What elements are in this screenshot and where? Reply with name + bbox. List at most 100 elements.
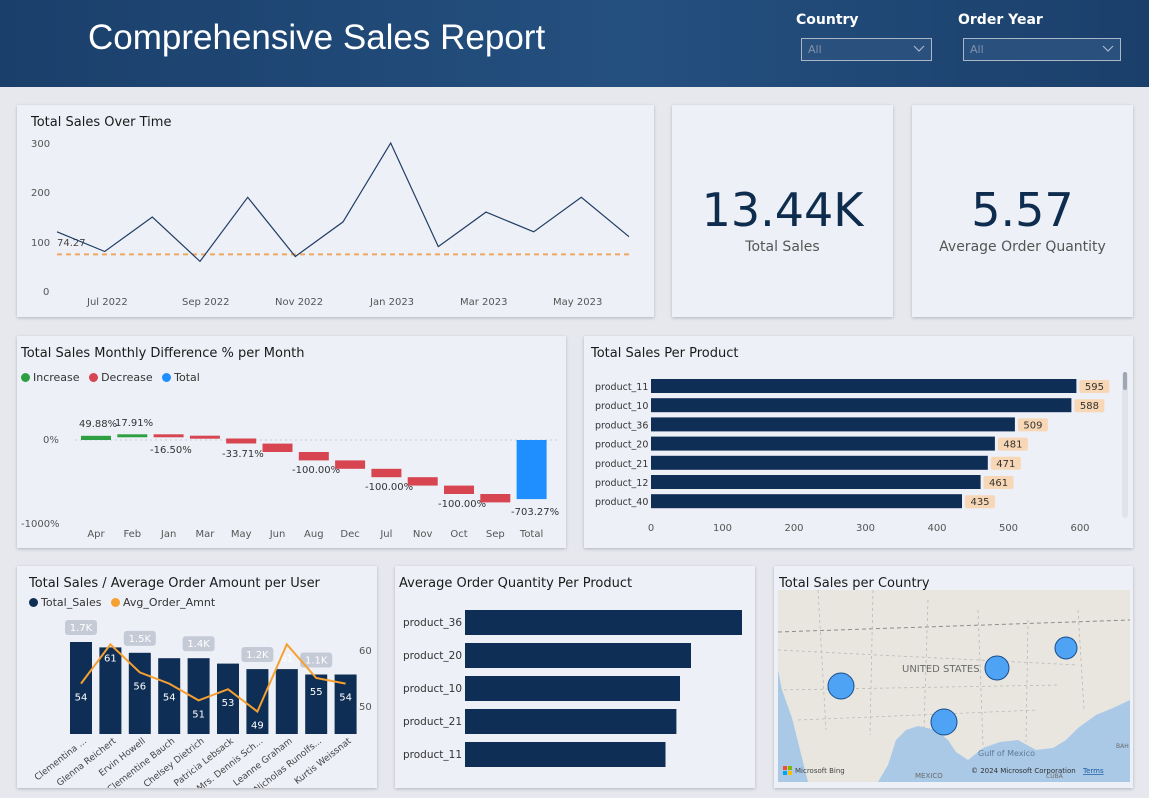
data-label: 1.4K (187, 639, 210, 650)
data-label: -33.71% (222, 449, 264, 460)
product-label: product_10 (595, 401, 648, 412)
map-copyright: © 2024 Microsoft Corporation (971, 767, 1076, 775)
country-filter-dropdown[interactable]: All (801, 38, 932, 61)
x-tick: May 2023 (553, 297, 602, 308)
sales-per-product-chart: product_11 595 product_10 588 product_36 509 p… (595, 372, 1128, 534)
data-label: 509 (1023, 420, 1042, 431)
country-bubble[interactable] (1054, 636, 1078, 660)
avg-data-label: 49 (251, 721, 264, 732)
product-bar (651, 494, 962, 509)
country-bubble[interactable] (930, 708, 958, 736)
x-tick: Apr (87, 529, 105, 540)
chevron-down-icon (1102, 45, 1114, 52)
data-label: 595 (1085, 382, 1104, 393)
user-sales-bar (275, 669, 298, 734)
y-tick: 0% (43, 435, 59, 446)
country-bubble[interactable] (827, 672, 855, 700)
scrollbar-track[interactable] (1122, 372, 1128, 518)
waterfall-bar-total (516, 440, 547, 500)
waterfall-bar (335, 460, 366, 469)
x-tick: Jul 2022 (86, 297, 128, 308)
x-tick: Feb (123, 529, 141, 540)
y-tick: 0 (43, 287, 49, 298)
data-label: 471 (996, 459, 1015, 470)
country-filter-value: All (808, 43, 822, 56)
avg-data-label: 51 (192, 709, 205, 720)
data-label: 435 (970, 497, 989, 508)
y-tick: 200 (31, 188, 50, 199)
avg-data-label: 56 (133, 681, 146, 692)
product-label: product_40 (595, 497, 648, 508)
bing-logo-icon (783, 766, 787, 770)
avg-qty-bar (465, 676, 680, 701)
x-tick: Nov (413, 529, 433, 540)
product-label: product_21 (595, 459, 648, 470)
x-tick: Mar 2023 (460, 297, 508, 308)
y-tick: -1000% (21, 519, 60, 530)
x-tick: Sep (486, 529, 505, 540)
report-header: Comprehensive Sales Report Country All O… (0, 0, 1149, 87)
x-tick: 300 (856, 523, 875, 534)
x-tick: Nov 2022 (275, 297, 323, 308)
y-tick: 100 (31, 238, 50, 249)
avg-qty-bar (465, 742, 666, 767)
map-terms-link[interactable]: Terms (1082, 767, 1104, 775)
avg-qty-per-product-card[interactable]: Average Order Quantity Per Product produ… (395, 566, 755, 788)
country-bubble[interactable] (984, 655, 1010, 681)
x-tick: 200 (784, 523, 803, 534)
avg-qty-bar (465, 610, 742, 635)
product-label: product_36 (403, 617, 462, 629)
sales-over-time-chart: 300 200 100 0 74.27 Jul 2022 Sep 2022 No… (31, 139, 630, 308)
x-tick: Sep 2022 (182, 297, 229, 308)
data-label: 1.7K (70, 623, 93, 634)
sales-avg-per-user-card[interactable]: Total Sales / Average Order Amount per U… (17, 566, 377, 788)
sales-over-time-card[interactable]: Total Sales Over Time 300 200 100 0 74.2… (17, 105, 654, 317)
avg-data-label: 54 (339, 693, 352, 704)
map-label-bah: BAH (1116, 743, 1129, 750)
bing-logo-icon (783, 771, 787, 775)
product-label: product_12 (595, 478, 648, 489)
waterfall-bar (298, 452, 329, 461)
sales-line (56, 141, 630, 263)
x-tick: 500 (999, 523, 1018, 534)
country-map[interactable]: UNITED STATES Gulf of Mexico MEXICO CUBA… (778, 590, 1130, 782)
x-tick: 400 (927, 523, 946, 534)
scrollbar-thumb[interactable] (1123, 372, 1127, 390)
waterfall-bar (444, 485, 474, 494)
order-year-filter-dropdown[interactable]: All (963, 38, 1121, 61)
data-label: -100.00% (292, 465, 340, 476)
data-label: -100.00% (365, 482, 413, 493)
avg-data-label: 54 (75, 693, 88, 704)
product-label: product_20 (595, 440, 648, 451)
x-tick: Aug (304, 529, 324, 540)
data-label: 481 (1003, 440, 1022, 451)
waterfall-bar (262, 443, 293, 452)
data-label: 588 (1080, 401, 1099, 412)
user-sales-bar (70, 642, 92, 734)
x-tick: 600 (1070, 523, 1089, 534)
avg-qty-bar (465, 709, 677, 734)
avg-qty-bar (465, 643, 691, 668)
x-tick: Jun (269, 529, 286, 540)
product-label: product_20 (403, 650, 462, 662)
avg-data-label: 55 (310, 687, 323, 698)
sales-per-product-card[interactable]: Total Sales Per Product product_11 595 pro… (584, 336, 1133, 548)
map-label-mexico: MEXICO (915, 772, 943, 780)
bing-logo-icon (788, 766, 792, 770)
total-sales-kpi-card[interactable]: 13.44K Total Sales (672, 105, 893, 317)
x-tick: Dec (340, 529, 359, 540)
monthly-difference-card[interactable]: Total Sales Monthly Difference % per Mon… (17, 336, 566, 548)
x-tick: 0 (648, 523, 654, 534)
map-label-gulf: Gulf of Mexico (978, 749, 1035, 758)
waterfall-bar (371, 468, 402, 478)
product-bar (651, 436, 995, 451)
waterfall-bar (153, 434, 184, 438)
x-tick: Oct (450, 529, 467, 540)
sales-per-country-card[interactable]: Total Sales per Country UNITED STATES Gu… (774, 566, 1133, 788)
data-label: -16.50% (150, 445, 192, 456)
x-tick: Jul (379, 529, 392, 540)
waterfall-bar (480, 494, 511, 503)
waterfall-bar (189, 435, 220, 439)
order-year-filter-label: Order Year (958, 12, 1043, 28)
avg-order-quantity-kpi-card[interactable]: 5.57 Average Order Quantity (912, 105, 1133, 317)
